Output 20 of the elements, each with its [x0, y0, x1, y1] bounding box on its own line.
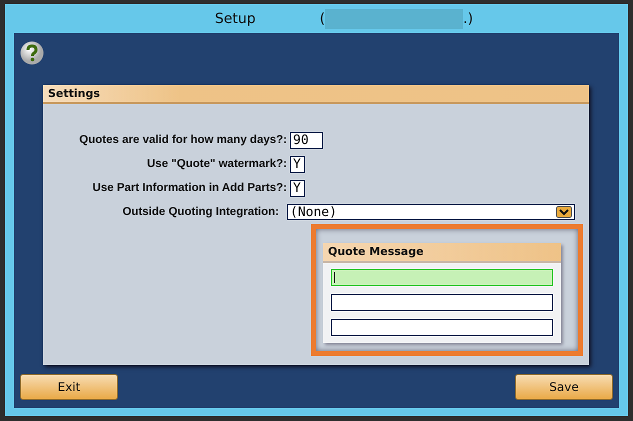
field-label: Use Part Information in Add Parts?:	[92, 182, 287, 194]
help-icon[interactable]	[20, 41, 44, 65]
window-subtitle-close: .)	[463, 10, 474, 26]
panel-header: Settings	[43, 85, 589, 104]
input-field[interactable]: 90	[290, 132, 323, 148]
window-title: Setup	[214, 10, 256, 26]
message-line-field[interactable]	[331, 294, 553, 311]
message-line-field[interactable]	[331, 319, 553, 336]
field-label: Use "Quote" watermark?:	[146, 158, 287, 170]
field-label: Quotes are valid for how many days?:	[78, 134, 287, 146]
window-subtitle-open: (	[320, 10, 326, 26]
dropdown-arrow-icon	[556, 206, 572, 218]
field-label: Outside Quoting Integration:	[121, 206, 279, 218]
dropdown[interactable]: (None)	[287, 204, 575, 220]
exit-button[interactable]: Exit	[20, 374, 118, 400]
panel-header: Quote Message	[323, 243, 561, 263]
input-field[interactable]: Y	[290, 180, 305, 196]
save-button[interactable]: Save	[515, 374, 613, 400]
message-line-field[interactable]	[331, 269, 553, 286]
input-field[interactable]: Y	[290, 156, 305, 172]
